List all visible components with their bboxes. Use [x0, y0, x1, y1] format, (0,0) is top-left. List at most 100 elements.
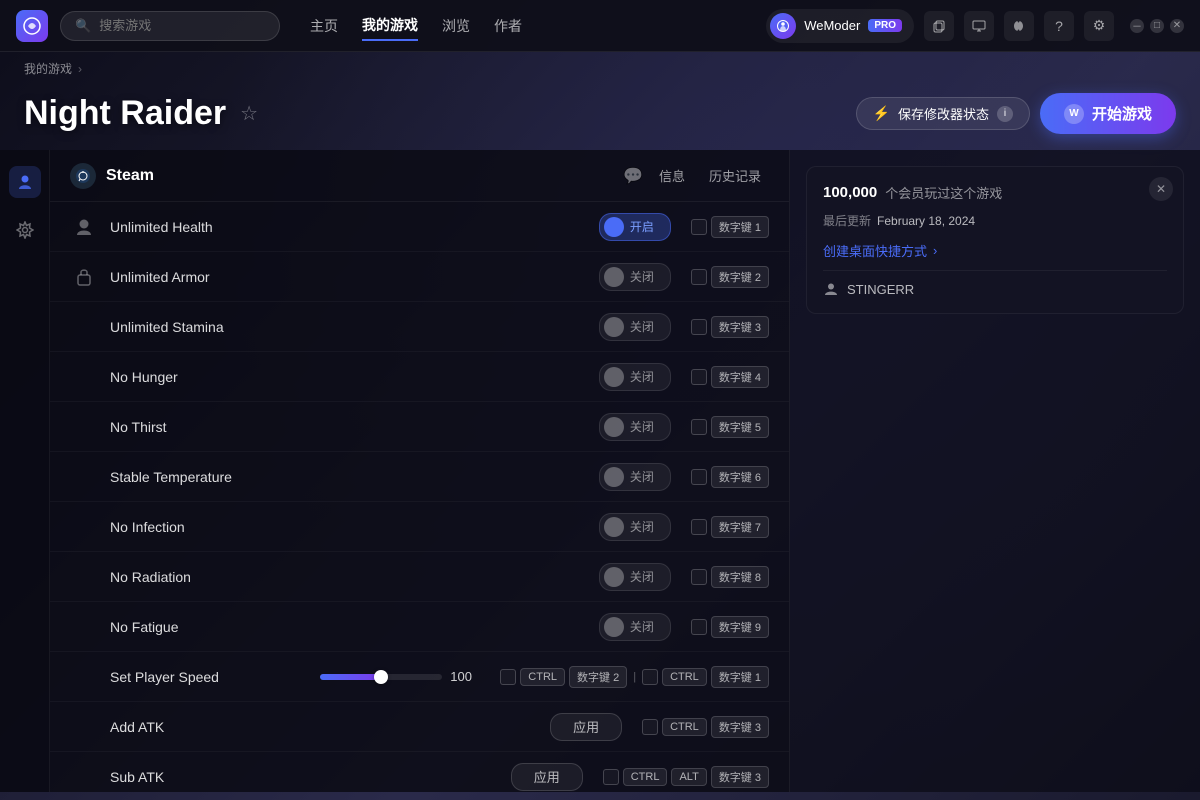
breadcrumb-sep: › [78, 62, 82, 76]
monitor-icon-btn[interactable] [964, 11, 994, 41]
nav-my-games[interactable]: 我的游戏 [362, 11, 418, 41]
last-update-label: 最后更新 [823, 212, 871, 229]
toggle-no-infection[interactable]: 关闭 [599, 513, 671, 541]
toggle-dot [604, 417, 624, 437]
settings-icon-btn[interactable]: ⚙ [1084, 11, 1114, 41]
toggle-no-thirst[interactable]: 关闭 [599, 413, 671, 441]
kbd-checkbox-no-infection[interactable] [691, 519, 707, 535]
sidebar-icons [0, 150, 50, 792]
cheat-row-add-atk: Add ATK应用CTRL数字键 3 [50, 702, 789, 752]
pro-badge: PRO [868, 19, 902, 32]
kbd-key-unlimited-armor: 数字键 2 [711, 266, 769, 288]
toggle-no-radiation[interactable]: 关闭 [599, 563, 671, 591]
kbd-checkbox-no-thirst[interactable] [691, 419, 707, 435]
kbd-checkbox-stable-temperature[interactable] [691, 469, 707, 485]
kbd-checkbox-no-hunger[interactable] [691, 369, 707, 385]
author-name: STINGERR [847, 282, 914, 297]
nav-browse[interactable]: 浏览 [442, 12, 470, 40]
game-header: Night Raider ☆ ⚡ 保存修改器状态 i W 开始游戏 [0, 85, 1200, 150]
search-input[interactable] [99, 18, 265, 33]
stat-count: 100,000 [823, 184, 877, 201]
copy-icon-btn[interactable] [924, 11, 954, 41]
cheat-name-no-radiation: No Radiation [110, 569, 587, 585]
nav-author[interactable]: 作者 [494, 12, 522, 40]
cheat-name-unlimited-health: Unlimited Health [110, 219, 587, 235]
author-line: STINGERR [823, 270, 1167, 297]
search-box[interactable]: 🔍 [60, 11, 280, 41]
toggle-label: 关闭 [630, 568, 654, 585]
breadcrumb: 我的游戏 › [0, 52, 1200, 85]
tab-info[interactable]: 信息 [651, 162, 693, 189]
kbd-checkbox-no-radiation[interactable] [691, 569, 707, 585]
kbd-key-add-atk: 数字键 3 [711, 716, 769, 738]
cheat-icon-unlimited-armor [70, 263, 98, 291]
favorite-icon[interactable]: ☆ [240, 101, 258, 126]
kbd-checkbox-unlimited-armor[interactable] [691, 269, 707, 285]
save-status-button[interactable]: ⚡ 保存修改器状态 i [856, 97, 1030, 130]
slider-track [320, 674, 442, 680]
slider-thumb[interactable] [374, 670, 388, 684]
kbd-checkbox-no-fatigue[interactable] [691, 619, 707, 635]
toggle-label: 开启 [630, 218, 654, 235]
minimize-btn[interactable]: － [1130, 19, 1144, 33]
sidebar-icon-settings[interactable] [9, 214, 41, 246]
discord-icon-btn[interactable] [1004, 11, 1034, 41]
toggle-dot [604, 567, 624, 587]
kbd-checkbox-unlimited-health[interactable] [691, 219, 707, 235]
stat-line: 100,000 个会员玩过这个游戏 [823, 183, 1167, 202]
kbd-checkbox2-set-player-speed[interactable] [642, 669, 658, 685]
toggle-label: 关闭 [630, 268, 654, 285]
toggle-dot [604, 617, 624, 637]
toggle-no-hunger[interactable]: 关闭 [599, 363, 671, 391]
create-shortcut-link[interactable]: 创建桌面快捷方式 › [823, 241, 1167, 260]
breadcrumb-my-games[interactable]: 我的游戏 [24, 60, 72, 77]
start-game-button[interactable]: W 开始游戏 [1040, 93, 1176, 134]
shortcut-label: 创建桌面快捷方式 [823, 241, 927, 260]
toggle-stable-temperature[interactable]: 关闭 [599, 463, 671, 491]
toggle-label: 关闭 [630, 418, 654, 435]
kbd-key2-set-player-speed: 数字键 1 [711, 666, 769, 688]
user-badge[interactable]: WeModer PRO [766, 9, 914, 43]
cheat-icon-unlimited-stamina [70, 313, 98, 341]
help-icon-btn[interactable]: ? [1044, 11, 1074, 41]
toggle-dot [604, 467, 624, 487]
kbd-group-unlimited-armor: 数字键 2 [691, 266, 769, 288]
cheat-name-add-atk: Add ATK [110, 719, 538, 735]
tab-history[interactable]: 历史记录 [701, 162, 769, 189]
toggle-unlimited-stamina[interactable]: 关闭 [599, 313, 671, 341]
close-btn[interactable]: ✕ [1170, 19, 1184, 33]
toggle-dot [604, 267, 624, 287]
cheat-icon-unlimited-health [70, 213, 98, 241]
kbd-checkbox-unlimited-stamina[interactable] [691, 319, 707, 335]
stat-label: 个会员玩过这个游戏 [885, 183, 1002, 202]
steam-icon [70, 163, 96, 189]
toggle-no-fatigue[interactable]: 关闭 [599, 613, 671, 641]
apply-btn-add-atk[interactable]: 应用 [550, 713, 622, 741]
sidebar-icon-user[interactable] [9, 166, 41, 198]
kbd-mod1-set-player-speed: CTRL [520, 668, 565, 686]
toggle-label: 关闭 [630, 618, 654, 635]
chat-icon[interactable]: 💬 [623, 166, 643, 186]
toggle-dot [604, 217, 624, 237]
kbd-checkbox-add-atk[interactable] [642, 719, 658, 735]
kbd-checkbox-sub-atk[interactable] [603, 769, 619, 785]
slider-set-player-speed[interactable]: 100 [320, 669, 480, 684]
cheat-name-unlimited-stamina: Unlimited Stamina [110, 319, 587, 335]
cheat-icon-no-infection [70, 513, 98, 541]
app-logo [16, 10, 48, 42]
nav-home[interactable]: 主页 [310, 12, 338, 40]
cheat-icon-add-atk [70, 713, 98, 741]
apply-btn-sub-atk[interactable]: 应用 [511, 763, 583, 791]
cheat-name-stable-temperature: Stable Temperature [110, 469, 587, 485]
kbd-key1-set-player-speed: 数字键 2 [569, 666, 627, 688]
kbd-checkbox-set-player-speed[interactable] [500, 669, 516, 685]
cheat-name-sub-atk: Sub ATK [110, 769, 499, 785]
toggle-dot [604, 317, 624, 337]
toggle-unlimited-health[interactable]: 开启 [599, 213, 671, 241]
close-card-button[interactable]: ✕ [1149, 177, 1173, 201]
toggle-unlimited-armor[interactable]: 关闭 [599, 263, 671, 291]
date-line: 最后更新 February 18, 2024 [823, 212, 1167, 229]
main-content: Steam 💬 信息 历史记录 Unlimited Health 开启数字键 1… [0, 150, 1200, 792]
maximize-btn[interactable]: □ [1150, 19, 1164, 33]
toggle-label: 关闭 [630, 468, 654, 485]
